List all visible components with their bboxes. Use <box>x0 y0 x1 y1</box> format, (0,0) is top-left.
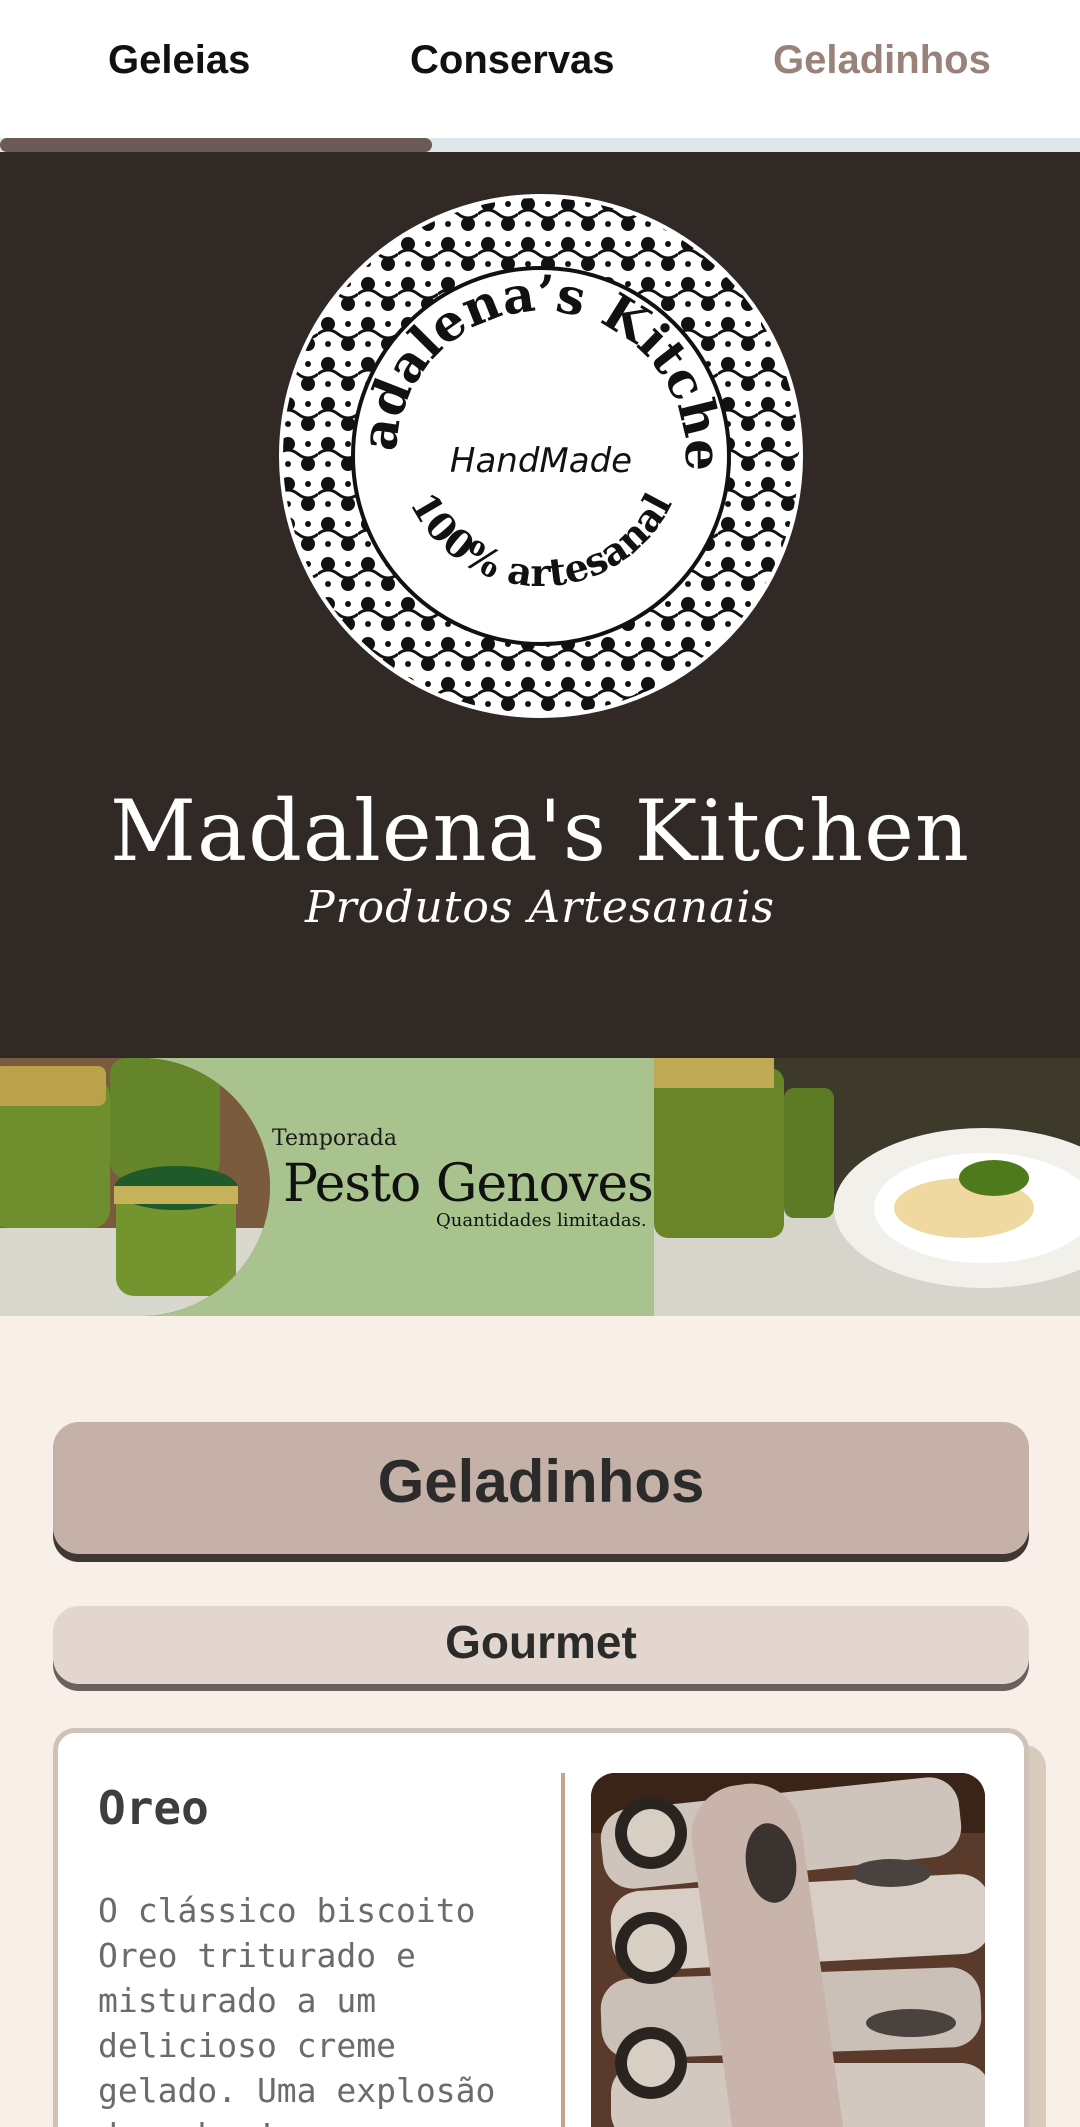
logo-center-text: HandMade <box>450 441 632 481</box>
product-name: Oreo <box>98 1781 209 1835</box>
pesto-jars-image <box>0 1058 270 1316</box>
subsection-gourmet-button[interactable]: Gourmet <box>53 1606 1029 1684</box>
tab-conservas[interactable]: Conservas <box>410 38 615 83</box>
section-title-button[interactable]: Geladinhos <box>53 1422 1029 1554</box>
hero-section: Madalena’s Kitchen HandMade 100% artesan… <box>0 152 1080 1058</box>
banner-title: Pesto Genovese <box>283 1154 684 1214</box>
tab-geleias[interactable]: Geleias <box>108 38 250 83</box>
brand-logo: Madalena’s Kitchen HandMade 100% artesan… <box>278 194 803 718</box>
hero-title: Madalena's Kitchen <box>110 782 970 880</box>
tab-bar: Geleias Conservas Geladinhos <box>0 0 1080 140</box>
product-card[interactable]: Oreo O clássico biscoito Oreo triturado … <box>53 1728 1029 2127</box>
hero-subtitle: Produtos Artesanais <box>305 882 775 933</box>
card-divider <box>561 1773 565 2127</box>
product-description: O clássico biscoito Oreo triturado e mis… <box>98 1891 496 2127</box>
promo-banner[interactable]: Temporada Pesto Genovese Quantidades lim… <box>0 1058 1080 1316</box>
tab-geladinhos[interactable]: Geladinhos <box>773 38 991 83</box>
product-image <box>591 1773 985 2127</box>
pesto-pasta-image <box>654 1058 1080 1316</box>
banner-note: Quantidades limitadas. <box>436 1210 647 1231</box>
tab-indicator <box>0 138 432 152</box>
banner-kicker: Temporada <box>272 1126 398 1151</box>
